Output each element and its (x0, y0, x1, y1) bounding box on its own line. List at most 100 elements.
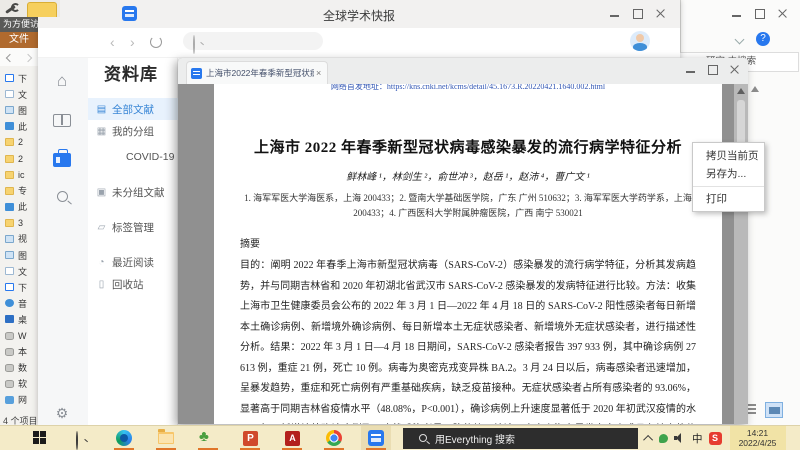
help-icon[interactable]: ? (756, 32, 770, 46)
subscribe-book-icon[interactable] (51, 110, 73, 132)
close-icon[interactable] (729, 64, 740, 75)
tree-item-label: 文 (18, 266, 28, 277)
tray-time: 14:21 (746, 428, 769, 438)
taskbar-acrobat-button[interactable]: A (277, 426, 307, 450)
sidebar-list: ▤ 全部文献 ▦ 我的分组 COVID-19 ▣ 未分组文献 ▱ 标签管理 ◔ … (88, 98, 178, 295)
search-icon (76, 431, 78, 450)
document-tab-title: 上海市2022年春季新型冠状病... (206, 68, 314, 78)
explorer-file-menu[interactable]: 文件 (0, 32, 38, 48)
tree-item-icon (5, 234, 14, 243)
scrollbar-up-icon[interactable] (751, 86, 759, 92)
tree-item-icon (5, 395, 14, 404)
right-window-toolbar: ? (681, 30, 800, 50)
tree-item-icon (5, 170, 14, 179)
sidebar-item[interactable]: ▣ 未分组文献 (88, 181, 178, 203)
paper-title: 上海市 2022 年春季新型冠状病毒感染暴发的流行病学特征分析 (253, 140, 682, 156)
cnki-nav-rail: ⌂ ⚙ (38, 58, 88, 425)
app-search-input[interactable] (183, 32, 323, 54)
forward-arrow-icon[interactable] (24, 53, 33, 63)
taskbar-powerpoint-button[interactable]: P (235, 426, 265, 450)
folder-icon (158, 429, 174, 444)
context-menu-item[interactable]: 打印 (693, 186, 764, 207)
sidebar-item[interactable]: ▤ 全部文献 (88, 98, 178, 120)
start-button[interactable] (25, 426, 55, 450)
tree-item-label: 此 (18, 202, 28, 213)
minimize-icon[interactable] (731, 8, 742, 19)
tree-item-label: 此 (18, 121, 28, 132)
restore-icon[interactable] (754, 8, 765, 19)
tree-item-label: ic (18, 169, 25, 180)
acrobat-icon: A (285, 431, 300, 446)
library-title: 资料库 (104, 65, 158, 84)
paper-authors: 鲜林峰 ¹，林剑生 ²，俞世冲 ³，赵岳 ¹，赵沛 ⁴，曹广文 ¹ (346, 172, 590, 183)
taskbar-search-button[interactable] (67, 426, 97, 450)
minimize-icon[interactable] (685, 64, 696, 75)
taskbar-chrome-button[interactable] (319, 426, 349, 450)
wrench-icon[interactable] (4, 3, 20, 14)
tree-item-icon (5, 315, 14, 324)
tree-item-icon (5, 106, 14, 115)
tree-item-icon (5, 251, 14, 260)
refresh-icon[interactable] (150, 36, 162, 48)
volume-icon[interactable] (674, 433, 686, 443)
ime-indicator[interactable]: 中 (692, 431, 703, 446)
maximize-icon[interactable] (632, 8, 643, 19)
library-briefcase-icon[interactable] (51, 146, 73, 168)
abstract-text: 目的：阐明 2022 年春季上海市新型冠状病毒（SARS-CoV-2）感染暴发的… (240, 260, 696, 415)
tree-item-label: 桌 (18, 314, 28, 325)
sidebar-item-label: 全部文献 (112, 103, 154, 116)
taskbar-explorer-button[interactable] (151, 426, 181, 450)
minimize-icon[interactable] (609, 8, 620, 19)
taskbar-clock[interactable]: 14:21 2022/4/25 (729, 426, 786, 450)
taskbar-cnki-button[interactable] (361, 426, 391, 450)
context-menu-item[interactable]: 拷贝当前页 (693, 147, 764, 165)
tree-item-label: 视 (18, 234, 28, 245)
yellow-tab[interactable] (27, 2, 57, 17)
context-menu-item[interactable]: 另存为... (693, 165, 764, 183)
sidebar-item-icon: ▦ (96, 125, 107, 137)
chrome-icon (326, 430, 342, 446)
scrollbar-up-icon[interactable] (737, 88, 745, 94)
tree-item-label: 数 (18, 363, 28, 374)
sidebar-item[interactable]: ▱ 标签管理 (88, 216, 178, 238)
home-icon[interactable]: ⌂ (51, 70, 73, 92)
sidebar-item[interactable]: COVID-19 (88, 146, 178, 168)
tray-green-app-icon[interactable] (659, 433, 668, 443)
back-arrow-icon[interactable] (5, 53, 15, 63)
sidebar-item[interactable]: ▦ 我的分组 (88, 120, 178, 142)
search-icon (193, 35, 195, 54)
nav-back-icon[interactable]: ‹ (110, 34, 115, 50)
sogou-input-icon[interactable]: S (708, 431, 722, 445)
tree-item-label: W (18, 330, 27, 341)
tree-item-label: 专 (18, 186, 28, 197)
document-url-line[interactable]: 网络首发地址：https://kns.cnki.net/kcms/detail/… (214, 84, 722, 92)
settings-gear-icon[interactable]: ⚙ (51, 402, 73, 424)
close-icon[interactable] (777, 8, 788, 19)
sidebar-item[interactable]: ◔ 最近阅读 (88, 251, 178, 273)
tree-item-icon (5, 186, 14, 195)
tree-item-label: 3 (18, 217, 24, 228)
hidden-icons-chevron[interactable] (643, 434, 654, 445)
tab-close-icon[interactable]: × (316, 68, 321, 78)
close-icon[interactable] (655, 8, 666, 19)
viewer-scrollbar[interactable] (734, 84, 748, 424)
taskbar-edge-button[interactable] (109, 426, 139, 450)
sidebar-item-label: 我的分组 (112, 125, 154, 138)
tree-item-label: 网 (18, 395, 28, 406)
document-tab[interactable]: 上海市2022年春季新型冠状病... × (186, 61, 328, 84)
sidebar-item-icon: ▱ (97, 221, 106, 233)
nav-forward-icon[interactable]: › (130, 34, 135, 50)
tree-item-label: 软 (18, 379, 28, 390)
tree-item-label: 音 (18, 298, 28, 309)
page-view-icon[interactable] (765, 402, 783, 418)
user-avatar[interactable] (630, 31, 650, 51)
tree-item-label: 2 (18, 137, 24, 148)
chevron-down-icon[interactable] (734, 34, 745, 45)
taskbar-clover-app-button[interactable]: ♣ (193, 426, 223, 450)
maximize-icon[interactable] (707, 64, 718, 75)
sidebar-item[interactable]: ▯ 回收站 (88, 273, 178, 295)
sidebar-item-icon: ▯ (98, 278, 105, 290)
everything-search-box[interactable]: 用Everything 搜索 (403, 427, 638, 449)
tree-item-icon (5, 283, 14, 292)
rail-search-icon[interactable] (51, 186, 73, 208)
